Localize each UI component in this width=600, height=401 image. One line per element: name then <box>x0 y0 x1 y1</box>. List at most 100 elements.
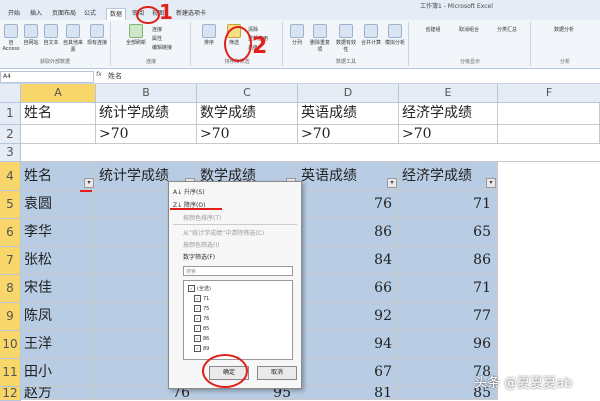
data-validation-button[interactable]: 数据有效性 <box>334 24 358 53</box>
table-header[interactable]: 经济学成绩 ▾ <box>399 162 498 191</box>
row-header-7[interactable]: 7 <box>0 247 21 275</box>
edit-links-button[interactable]: 编辑链接 <box>152 44 186 51</box>
economics-score-cell[interactable]: 86 <box>399 247 498 275</box>
what-if-button[interactable]: 模拟分析 <box>384 24 406 46</box>
english-score-cell[interactable]: 94 <box>298 331 399 359</box>
sort-button[interactable]: 排序 <box>200 24 218 46</box>
checklist-item[interactable]: ✓ 76 <box>194 315 209 322</box>
economics-score-cell[interactable]: 96 <box>399 331 498 359</box>
economics-score-cell[interactable]: 77 <box>399 303 498 331</box>
table-header[interactable]: 英语成绩 ▾ <box>298 162 399 191</box>
checklist-item[interactable]: ✓ 85 <box>194 325 209 332</box>
ungroup-button[interactable]: 取消组合 <box>452 26 486 33</box>
name-cell[interactable]: 王洋 <box>21 331 96 359</box>
table-header[interactable]: 姓名 ▾ <box>21 162 96 191</box>
properties-button[interactable]: 属性 <box>152 35 186 42</box>
english-score-cell[interactable]: 76 <box>298 191 399 219</box>
number-filter-item[interactable]: 数字筛选(F) <box>183 252 215 261</box>
criteria-value[interactable]: >70 <box>399 125 498 144</box>
connections-button[interactable]: 连接 <box>152 26 186 33</box>
data-analysis-button[interactable]: 数据分析 <box>536 26 592 33</box>
tab-formulas[interactable]: 公式 <box>84 8 96 17</box>
formula-input[interactable]: 姓名 <box>108 70 122 82</box>
filter-dropdown-icon[interactable]: ▾ <box>486 178 496 188</box>
criteria-value[interactable]: >70 <box>96 125 197 144</box>
name-cell[interactable]: 宋佳 <box>21 275 96 303</box>
filter-by-color-item[interactable]: 按颜色筛选(I) <box>183 240 219 249</box>
name-box[interactable]: A4 <box>0 71 94 83</box>
criteria-value[interactable]: >70 <box>298 125 399 144</box>
existing-connections-button[interactable]: 现有连接 <box>86 24 108 46</box>
fx-icon[interactable]: fx <box>96 71 102 78</box>
subtotal-button[interactable]: 分类汇总 <box>488 26 526 33</box>
row-header-5[interactable]: 5 <box>0 191 21 219</box>
english-score-cell[interactable]: 86 <box>298 219 399 247</box>
row-header-12[interactable]: 12 <box>0 387 21 401</box>
tab-new[interactable]: 新建选项卡 <box>176 8 206 17</box>
access-button[interactable]: 自 Access <box>2 24 20 52</box>
web-button[interactable]: 自网站 <box>22 24 40 46</box>
row-header-6[interactable]: 6 <box>0 219 21 247</box>
cancel-button[interactable]: 取消 <box>257 366 297 380</box>
row-header-2[interactable]: 2 <box>0 125 21 144</box>
select-all-corner[interactable] <box>0 84 21 103</box>
name-cell[interactable]: 李华 <box>21 219 96 247</box>
group-button[interactable]: 创建组 <box>416 26 450 33</box>
row-header-11[interactable]: 11 <box>0 359 21 387</box>
row-header-8[interactable]: 8 <box>0 275 21 303</box>
refresh-all-button[interactable]: 全部刷新 <box>126 24 146 46</box>
remove-duplicates-icon <box>313 24 327 38</box>
tab-page-layout[interactable]: 页面布局 <box>52 8 76 17</box>
clear-filter-item[interactable]: 从“统计学成绩”中清除筛选(C) <box>183 228 264 237</box>
economics-score-cell[interactable]: 65 <box>399 219 498 247</box>
row-header-3[interactable]: 3 <box>0 144 21 162</box>
criteria-header[interactable]: 经济学成绩 <box>399 103 498 125</box>
other-sources-button[interactable]: 自其他来源 <box>62 24 84 53</box>
tab-home[interactable]: 开始 <box>8 8 20 17</box>
filter-dropdown-icon[interactable]: ▾ <box>387 178 397 188</box>
economics-score-cell[interactable]: 71 <box>399 275 498 303</box>
column-header-c[interactable]: C <box>197 84 298 103</box>
name-cell[interactable]: 陈凤 <box>21 303 96 331</box>
name-cell[interactable]: 张松 <box>21 247 96 275</box>
text-to-columns-button[interactable]: 分列 <box>288 24 306 46</box>
name-cell[interactable]: 袁圆 <box>21 191 96 219</box>
consolidate-button[interactable]: 合并计算 <box>360 24 382 46</box>
english-score-cell[interactable]: 84 <box>298 247 399 275</box>
criteria-header[interactable]: 姓名 <box>21 103 96 125</box>
checklist-item[interactable]: ✓ 71 <box>194 295 209 302</box>
english-score-cell[interactable]: 67 <box>298 359 399 387</box>
column-header-a[interactable]: A <box>21 84 96 103</box>
name-cell[interactable]: 赵方 <box>21 387 96 400</box>
checklist-item[interactable]: ✓ (全选) <box>188 285 211 292</box>
filter-dropdown-icon[interactable]: ▾ <box>84 178 94 188</box>
row-header-10[interactable]: 10 <box>0 331 21 359</box>
tab-insert[interactable]: 插入 <box>30 8 42 17</box>
checklist-item[interactable]: ✓ 86 <box>194 335 209 342</box>
name-cell[interactable]: 田小 <box>21 359 96 387</box>
row-header-1[interactable]: 1 <box>0 103 21 125</box>
tab-data[interactable]: 数据 <box>106 8 127 20</box>
english-score-cell[interactable]: 81 <box>298 387 399 400</box>
criteria-header[interactable]: 英语成绩 <box>298 103 399 125</box>
row-header-4[interactable]: 4 <box>0 162 21 191</box>
checklist-item[interactable]: ✓ 89 <box>194 345 209 352</box>
clear-button[interactable]: 清除 <box>248 26 280 33</box>
row-header-9[interactable]: 9 <box>0 303 21 331</box>
criteria-header[interactable]: 统计学成绩 <box>96 103 197 125</box>
sort-by-color-item[interactable]: 按颜色排序(T) <box>183 213 221 222</box>
column-header-e[interactable]: E <box>399 84 498 103</box>
filter-search-input[interactable]: 搜索 <box>183 266 293 276</box>
checklist-item[interactable]: ✓ 75 <box>194 305 209 312</box>
english-score-cell[interactable]: 66 <box>298 275 399 303</box>
remove-duplicates-button[interactable]: 删除重复项 <box>308 24 332 53</box>
criteria-value[interactable]: >70 <box>197 125 298 144</box>
english-score-cell[interactable]: 92 <box>298 303 399 331</box>
column-header-b[interactable]: B <box>96 84 197 103</box>
text-button[interactable]: 自文本 <box>42 24 60 46</box>
economics-score-cell[interactable]: 71 <box>399 191 498 219</box>
sort-ascending-item[interactable]: A↓ 升序(S) <box>173 187 205 196</box>
criteria-header[interactable]: 数学成绩 <box>197 103 298 125</box>
criteria-value[interactable] <box>21 125 96 144</box>
column-header-d[interactable]: D <box>298 84 399 103</box>
